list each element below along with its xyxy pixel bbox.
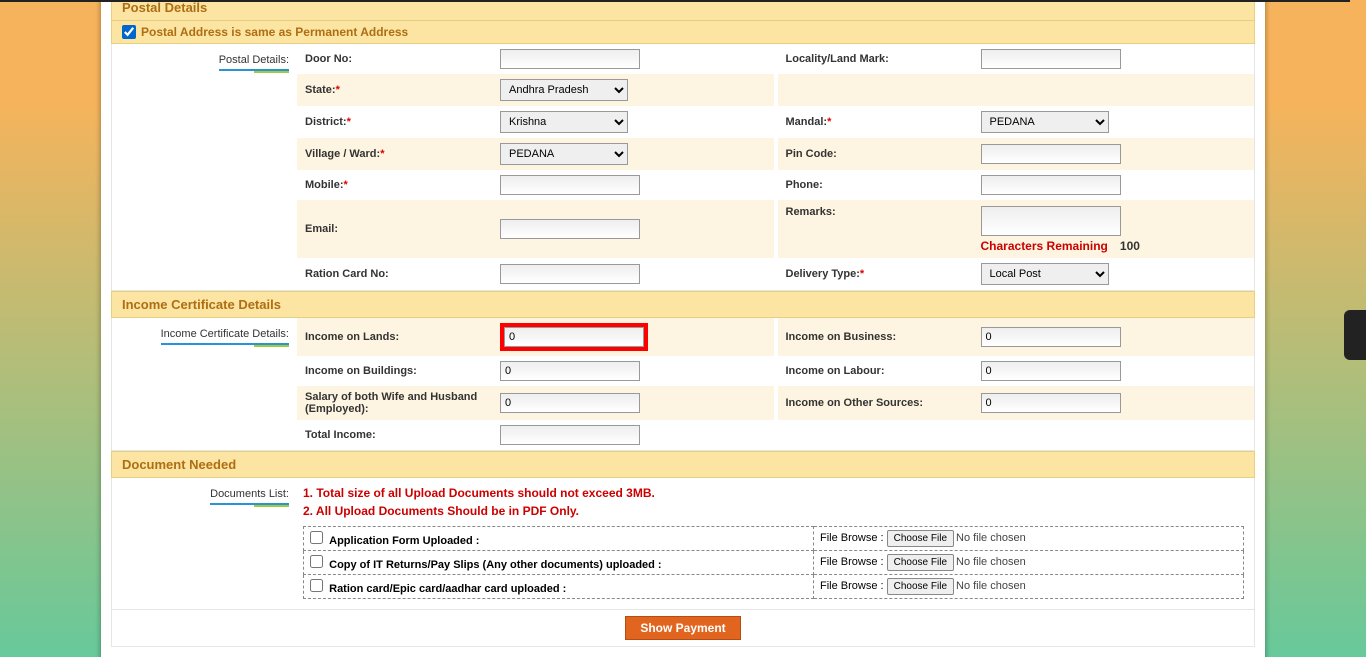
label-locality: Locality/Land Mark: (786, 53, 981, 65)
input-income-other[interactable] (981, 393, 1121, 413)
input-income-lands[interactable] (504, 327, 644, 347)
input-locality[interactable] (981, 49, 1121, 69)
same-address-checkbox[interactable] (122, 25, 136, 39)
sidebar-postal-label: Postal Details: (219, 54, 289, 71)
doc-note-2: 2. All Upload Documents Should be in PDF… (303, 502, 1244, 520)
section-header-income: Income Certificate Details (111, 291, 1255, 318)
input-income-business[interactable] (981, 327, 1121, 347)
label-delivery: Delivery Type:* (786, 268, 981, 280)
label-door-no: Door No: (305, 53, 500, 65)
label-phone: Phone: (786, 179, 981, 191)
chars-remaining-label: Characters Remaining (981, 239, 1108, 253)
label-income-salary: Salary of both Wife and Husband (Employe… (305, 391, 500, 415)
file-browse-label-3: File Browse : (820, 580, 884, 592)
table-row: Application Form Uploaded : File Browse … (304, 527, 1244, 551)
input-door-no[interactable] (500, 49, 640, 69)
doc-1-label: Application Form Uploaded : (329, 535, 479, 547)
chars-remaining-count: 100 (1120, 239, 1140, 253)
choose-file-3-button[interactable]: Choose File (887, 578, 954, 595)
input-email[interactable] (500, 219, 640, 239)
input-income-buildings[interactable] (500, 361, 640, 381)
same-address-row: Postal Address is same as Permanent Addr… (111, 21, 1255, 44)
input-phone[interactable] (981, 175, 1121, 195)
table-row: Copy of IT Returns/Pay Slips (Any other … (304, 551, 1244, 575)
doc-3-label: Ration card/Epic card/aadhar card upload… (329, 583, 566, 595)
input-pincode[interactable] (981, 144, 1121, 164)
select-state[interactable]: Andhra Pradesh (500, 79, 628, 101)
file-browse-label-1: File Browse : (820, 532, 884, 544)
label-income-other: Income on Other Sources: (786, 397, 981, 409)
label-income-business: Income on Business: (786, 331, 981, 343)
select-mandal[interactable]: PEDANA (981, 111, 1109, 133)
file-status-2: No file chosen (956, 556, 1026, 568)
same-address-label: Postal Address is same as Permanent Addr… (141, 25, 408, 39)
input-income-salary[interactable] (500, 393, 640, 413)
label-income-buildings: Income on Buildings: (305, 365, 500, 377)
input-mobile[interactable] (500, 175, 640, 195)
table-row: Ration card/Epic card/aadhar card upload… (304, 575, 1244, 599)
choose-file-2-button[interactable]: Choose File (887, 554, 954, 571)
select-village[interactable]: PEDANA (500, 143, 628, 165)
doc-note-1: 1. Total size of all Upload Documents sh… (303, 484, 1244, 502)
doc-2-checkbox[interactable] (310, 555, 323, 568)
label-income-total: Total Income: (305, 429, 500, 441)
label-ration: Ration Card No: (305, 268, 500, 280)
choose-file-1-button[interactable]: Choose File (887, 530, 954, 547)
doc-1-checkbox[interactable] (310, 531, 323, 544)
file-status-1: No file chosen (956, 532, 1026, 544)
label-mandal: Mandal:* (786, 116, 981, 128)
select-delivery[interactable]: Local Post (981, 263, 1109, 285)
sidebar-documents-label: Documents List: (210, 488, 289, 505)
sidebar-income-label: Income Certificate Details: (161, 328, 289, 345)
help-sidebar-tab[interactable] (1344, 310, 1366, 360)
label-district: District:* (305, 116, 500, 128)
label-remarks: Remarks: (786, 206, 981, 218)
textarea-remarks[interactable] (981, 206, 1121, 236)
file-browse-label-2: File Browse : (820, 556, 884, 568)
doc-notes: 1. Total size of all Upload Documents sh… (303, 478, 1244, 526)
input-income-labour[interactable] (981, 361, 1121, 381)
label-pincode: Pin Code: (786, 148, 981, 160)
input-ration[interactable] (500, 264, 640, 284)
input-income-total[interactable] (500, 425, 640, 445)
label-income-labour: Income on Labour: (786, 365, 981, 377)
label-email: Email: (305, 223, 500, 235)
doc-2-label: Copy of IT Returns/Pay Slips (Any other … (329, 559, 661, 571)
documents-table: Application Form Uploaded : File Browse … (303, 526, 1244, 599)
file-status-3: No file chosen (956, 580, 1026, 592)
section-header-postal: Postal Details (111, 0, 1255, 21)
label-village: Village / Ward:* (305, 148, 500, 160)
doc-3-checkbox[interactable] (310, 579, 323, 592)
select-district[interactable]: Krishna (500, 111, 628, 133)
label-mobile: Mobile:* (305, 179, 500, 191)
show-payment-button[interactable]: Show Payment (625, 616, 740, 640)
highlight-income-lands (500, 323, 648, 351)
page-scroll-area[interactable]: Postal Details Postal Address is same as… (0, 0, 1366, 657)
section-header-documents: Document Needed (111, 451, 1255, 478)
label-income-lands: Income on Lands: (305, 331, 500, 343)
label-state: State:* (305, 84, 500, 96)
